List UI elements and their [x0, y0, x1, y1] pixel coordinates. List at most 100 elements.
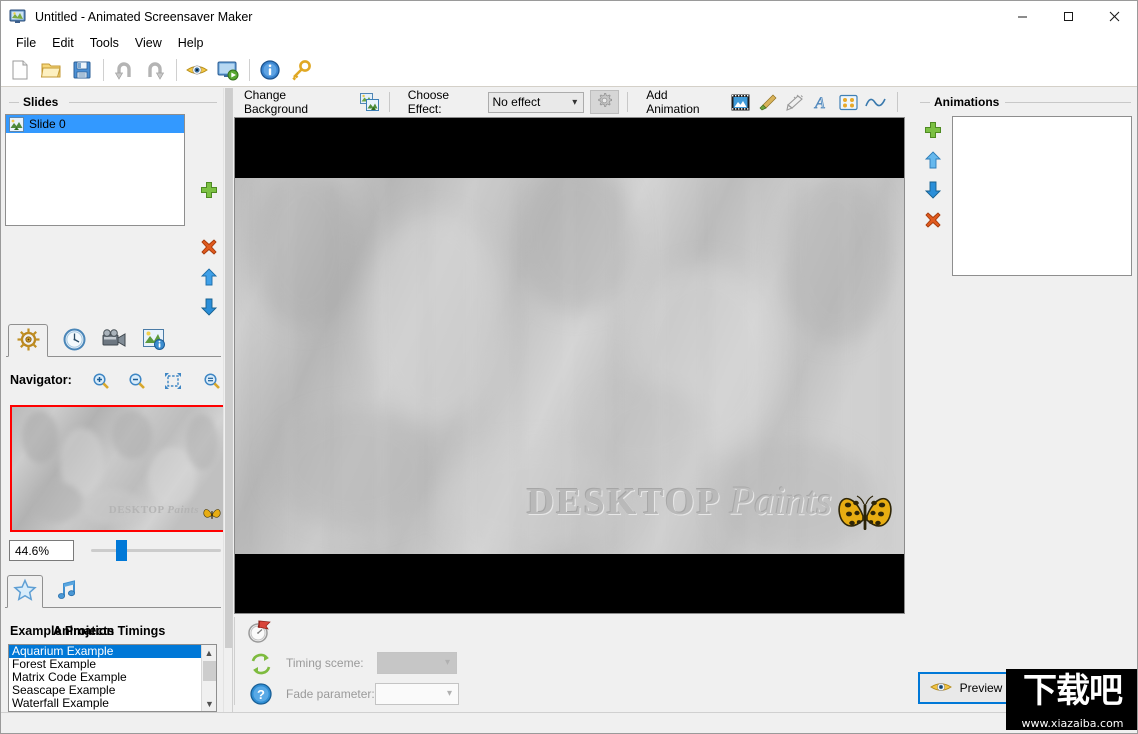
group-line-right: [69, 102, 217, 103]
animations-group-label: Animations: [930, 95, 1004, 109]
zoom-actual-icon[interactable]: [201, 371, 223, 391]
scroll-up-icon[interactable]: ▲: [202, 645, 216, 660]
preview-button-label: Preview: [959, 681, 1003, 695]
zoom-out-icon[interactable]: [126, 371, 148, 391]
slides-group-label: Slides: [19, 95, 63, 109]
tab-timing[interactable]: [54, 324, 94, 357]
save-floppy-icon[interactable]: [67, 55, 97, 85]
info-icon[interactable]: [255, 55, 285, 85]
toolbar-separator: [388, 92, 390, 112]
status-bar: [1, 713, 1137, 733]
redo-icon[interactable]: [140, 55, 170, 85]
main-toolbar: [1, 53, 1137, 87]
preview-eye-icon[interactable]: [182, 55, 212, 85]
example-projects-list[interactable]: Aquarium Example Forest Example Matrix C…: [8, 644, 217, 712]
list-item[interactable]: Slide 0: [6, 115, 184, 133]
move-slide-up-button[interactable]: [198, 266, 220, 288]
chevron-down-icon: ▾: [444, 657, 450, 668]
editor-toolbar: Change Background Choose Effect: No effe…: [234, 88, 906, 116]
toolbar-separator: [103, 58, 104, 81]
delete-animation-button[interactable]: [921, 208, 945, 232]
maximize-button[interactable]: [1045, 1, 1091, 32]
preview-canvas[interactable]: DESKTOP Paints: [234, 117, 905, 614]
scrollbar-thumb[interactable]: [203, 661, 216, 681]
picture-swap-icon[interactable]: [358, 91, 381, 113]
tab-music[interactable]: [49, 575, 85, 608]
effect-settings-button[interactable]: [590, 90, 620, 114]
eye-icon: [929, 680, 952, 697]
watermark-primary-text: DESKTOP: [526, 481, 722, 523]
undo-icon[interactable]: [109, 55, 139, 85]
add-animation-button[interactable]: [921, 118, 945, 142]
preview-button[interactable]: Preview: [918, 672, 1014, 704]
menu-bar: File Edit Tools View Help: [1, 32, 1137, 53]
add-brush-animation-icon[interactable]: [754, 91, 781, 113]
timing-scheme-label: Timing sceme:: [286, 656, 364, 670]
open-folder-icon[interactable]: [36, 55, 66, 85]
left-tab-strip: [6, 324, 221, 357]
delete-slide-button[interactable]: [198, 236, 220, 258]
move-animation-down-button[interactable]: [921, 178, 945, 202]
zoom-slider-thumb[interactable]: [116, 540, 127, 561]
navigator-watermark-text: DESKTOP Paints: [108, 504, 199, 516]
svg-text:A: A: [814, 95, 825, 111]
menu-tools[interactable]: Tools: [82, 34, 127, 52]
svg-text:?: ?: [257, 687, 265, 702]
animations-list[interactable]: [952, 116, 1132, 276]
effect-value: No effect: [492, 95, 541, 109]
animation-timings-title: Animation Timings: [53, 624, 166, 638]
tab-examples[interactable]: [7, 575, 43, 608]
video-camera-icon: [101, 328, 128, 353]
group-line-left: [920, 102, 930, 103]
toolbar-separator: [176, 58, 177, 81]
add-particle-animation-icon[interactable]: [781, 91, 808, 113]
add-slide-button[interactable]: [198, 179, 220, 201]
window-title: Untitled - Animated Screensaver Maker: [35, 9, 253, 24]
make-screensaver-button[interactable]: [1025, 674, 1133, 704]
choose-effect-label: Choose Effect:: [407, 88, 450, 116]
menu-edit[interactable]: Edit: [44, 34, 82, 52]
zoom-in-icon[interactable]: [90, 371, 112, 391]
menu-file[interactable]: File: [8, 34, 44, 52]
effect-dropdown[interactable]: No effect ▾: [487, 91, 585, 113]
minimize-button[interactable]: [999, 1, 1045, 32]
timing-scheme-dropdown[interactable]: ▾: [377, 652, 457, 674]
scroll-down-icon[interactable]: ▼: [202, 696, 216, 711]
chevron-down-icon: ▾: [572, 96, 578, 108]
group-line-left: [9, 102, 19, 103]
fade-parameter-dropdown[interactable]: ▾: [375, 683, 459, 705]
tab-video[interactable]: [94, 324, 134, 357]
move-slide-down-button[interactable]: [198, 296, 220, 318]
change-background-label[interactable]: Change Background: [244, 88, 350, 116]
animations-panel: Animations Preview: [907, 88, 1137, 733]
menu-help[interactable]: Help: [170, 34, 212, 52]
refresh-cycle-icon: [248, 651, 274, 677]
zoom-value-input[interactable]: 44.6%: [9, 540, 74, 561]
zoom-fit-icon[interactable]: [162, 371, 184, 391]
left-bottom-tab-strip: [5, 575, 221, 608]
toolbar-separator: [896, 92, 898, 112]
add-text-animation-icon[interactable]: A: [808, 91, 835, 113]
navigator-label: Navigator:: [10, 373, 72, 387]
list-item[interactable]: Waterfall Example: [9, 697, 216, 710]
slides-list[interactable]: Slide 0: [5, 114, 185, 226]
tab-navigator[interactable]: [8, 324, 48, 357]
new-document-icon[interactable]: [5, 55, 35, 85]
add-sprite-animation-icon[interactable]: [727, 91, 754, 113]
stopwatch-icon: [246, 619, 272, 645]
add-pattern-animation-icon[interactable]: [835, 91, 862, 113]
move-animation-up-button[interactable]: [921, 148, 945, 172]
navigator-thumbnail[interactable]: DESKTOP Paints: [10, 405, 227, 532]
panel-divider: [232, 88, 233, 733]
make-screensaver-icon[interactable]: [213, 55, 243, 85]
application-window: Untitled - Animated Screensaver Maker Fi…: [0, 0, 1138, 734]
example-list-scrollbar[interactable]: ▲ ▼: [201, 645, 216, 711]
close-button[interactable]: [1091, 1, 1137, 32]
app-icon: [9, 8, 26, 25]
key-register-icon[interactable]: [286, 55, 316, 85]
tab-image-info[interactable]: [134, 324, 174, 357]
menu-view[interactable]: View: [127, 34, 170, 52]
slide-label: Slide 0: [29, 117, 66, 131]
zoom-slider-track[interactable]: [91, 549, 221, 552]
add-wave-animation-icon[interactable]: [862, 91, 889, 113]
